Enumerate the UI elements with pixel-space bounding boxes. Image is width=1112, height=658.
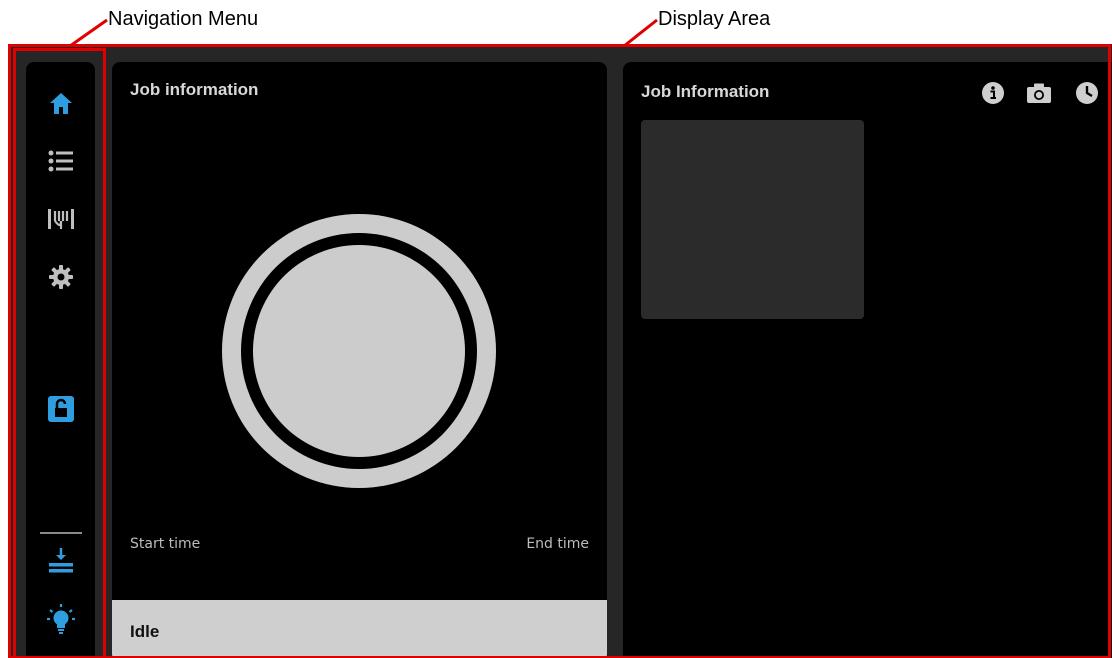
status-text: Idle (130, 622, 160, 641)
filament-icon[interactable] (44, 202, 78, 236)
display-area-panel: Job Information (623, 62, 1112, 658)
nav-divider (40, 532, 82, 534)
gear-icon[interactable] (44, 260, 78, 294)
start-time-label: Start time (130, 536, 201, 552)
unlock-icon[interactable] (44, 392, 78, 426)
job-information-heading: Job Information (641, 82, 770, 101)
clock-icon[interactable] (1074, 80, 1100, 106)
unload-icon[interactable] (44, 544, 78, 578)
app-screen: Job information Start time End time Idle… (8, 44, 1112, 658)
light-bulb-icon[interactable] (44, 602, 78, 636)
status-bar: Idle (112, 600, 607, 658)
job-thumbnail (641, 120, 864, 319)
progress-ring (222, 214, 496, 488)
home-icon[interactable] (44, 86, 78, 120)
job-information-title: Job information (130, 80, 259, 99)
end-time-label: End time (526, 536, 589, 552)
list-icon[interactable] (44, 144, 78, 178)
navigation-menu-callout-label: Navigation Menu (108, 8, 259, 30)
display-area-callout-label: Display Area (658, 8, 771, 30)
job-information-panel: Job information Start time End time Idle (112, 62, 607, 658)
camera-icon[interactable] (1026, 80, 1052, 106)
info-icon[interactable] (980, 80, 1006, 106)
navigation-menu (26, 62, 95, 658)
